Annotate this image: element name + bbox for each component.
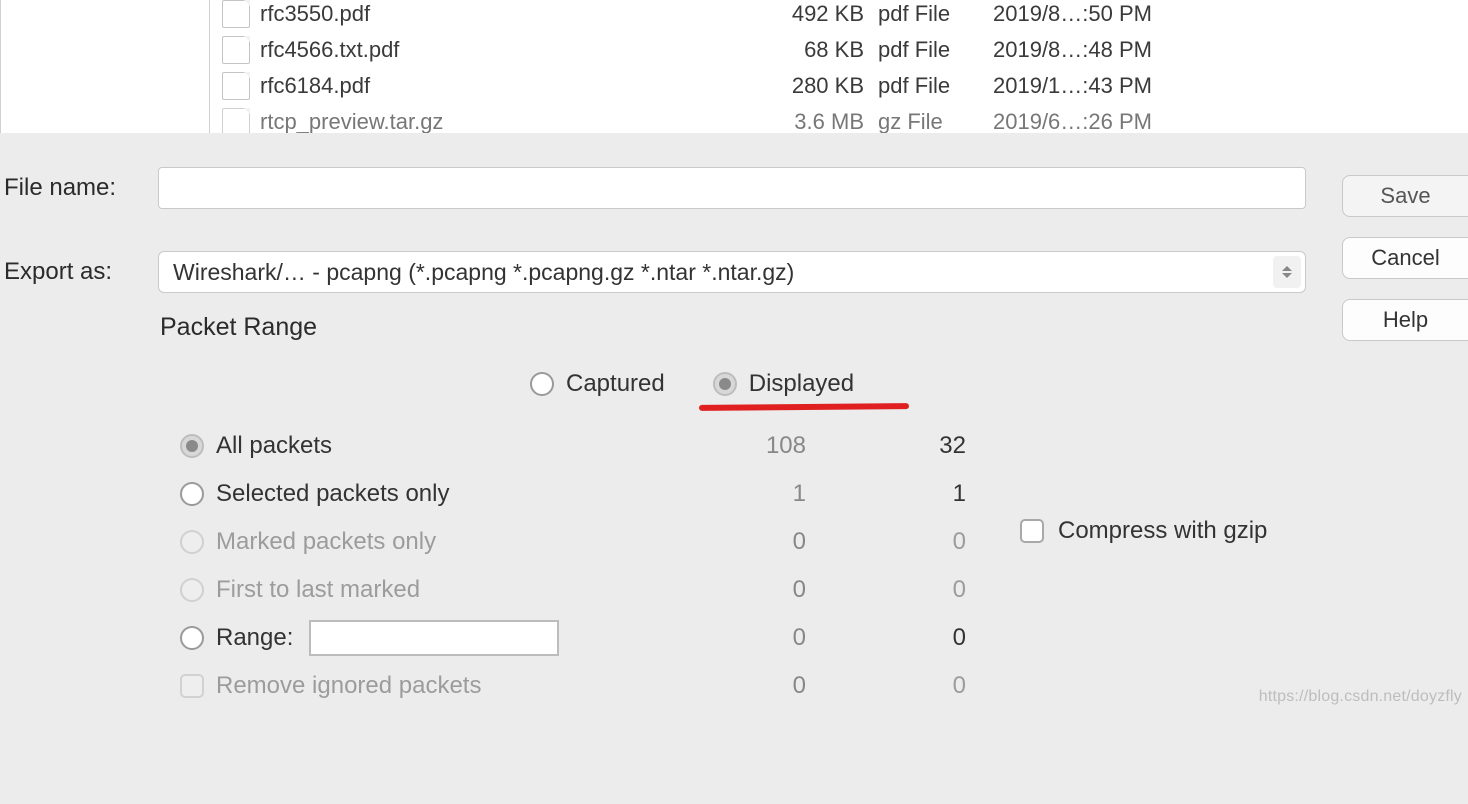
range-radio[interactable] bbox=[180, 626, 204, 650]
captured-label: Captured bbox=[566, 370, 665, 398]
first-to-last-label: First to last marked bbox=[216, 576, 646, 604]
marked-captured-count: 0 bbox=[646, 528, 806, 556]
remove-ignored-label: Remove ignored packets bbox=[216, 672, 646, 700]
range-displayed-count: 0 bbox=[806, 624, 966, 652]
selected-only-radio[interactable] bbox=[180, 482, 204, 506]
file-name-label: File name: bbox=[0, 174, 158, 202]
file-size-cell: 280 KB bbox=[760, 73, 878, 99]
ignored-captured-count: 0 bbox=[646, 672, 806, 700]
file-kind-cell: pdf File bbox=[878, 1, 993, 27]
file-kind-cell: pdf File bbox=[878, 73, 993, 99]
remove-ignored-checkbox bbox=[180, 674, 204, 698]
file-icon bbox=[222, 0, 250, 28]
file-icon bbox=[222, 108, 250, 133]
compress-gzip-label: Compress with gzip bbox=[1058, 517, 1267, 545]
file-row[interactable]: rfc3550.pdf 492 KB pdf File 2019/8…:50 P… bbox=[210, 0, 1468, 32]
compress-gzip-checkbox[interactable] bbox=[1020, 519, 1044, 543]
file-icon bbox=[222, 36, 250, 64]
cancel-button-label: Cancel bbox=[1371, 245, 1439, 271]
export-as-label: Export as: bbox=[0, 258, 158, 286]
file-size-cell: 68 KB bbox=[760, 37, 878, 63]
save-button-label: Save bbox=[1380, 183, 1430, 209]
marked-only-label: Marked packets only bbox=[216, 528, 646, 556]
file-date-cell: 2019/6…:26 PM bbox=[993, 109, 1468, 133]
selected-displayed-count: 1 bbox=[806, 480, 966, 508]
export-as-select[interactable]: Wireshark/… - pcapng (*.pcapng *.pcapng.… bbox=[158, 251, 1306, 293]
export-dialog-body: Save Cancel Help File name: Export as: W… bbox=[0, 133, 1468, 710]
file-row[interactable]: rfc4566.txt.pdf 68 KB pdf File 2019/8…:4… bbox=[210, 32, 1468, 68]
cancel-button[interactable]: Cancel bbox=[1342, 237, 1468, 279]
range-label: Range: bbox=[216, 624, 293, 652]
file-size-cell: 3.6 MB bbox=[760, 109, 878, 133]
first-to-last-radio bbox=[180, 578, 204, 602]
file-size-cell: 492 KB bbox=[760, 1, 878, 27]
file-name-cell: rfc4566.txt.pdf bbox=[260, 37, 760, 63]
all-displayed-count: 32 bbox=[806, 432, 966, 460]
file-browser-pane: rfc3550.pdf 492 KB pdf File 2019/8…:50 P… bbox=[0, 0, 1468, 133]
annotation-underline bbox=[699, 403, 909, 411]
all-captured-count: 108 bbox=[646, 432, 806, 460]
captured-radio[interactable] bbox=[530, 372, 554, 396]
file-name-input[interactable] bbox=[158, 167, 1306, 209]
file-date-cell: 2019/8…:50 PM bbox=[993, 1, 1468, 27]
displayed-radio[interactable] bbox=[713, 372, 737, 396]
help-button-label: Help bbox=[1383, 307, 1428, 333]
selected-captured-count: 1 bbox=[646, 480, 806, 508]
help-button[interactable]: Help bbox=[1342, 299, 1468, 341]
range-input[interactable] bbox=[309, 620, 559, 656]
firstlast-captured-count: 0 bbox=[646, 576, 806, 604]
file-date-cell: 2019/8…:48 PM bbox=[993, 37, 1468, 63]
ignored-displayed-count: 0 bbox=[806, 672, 966, 700]
file-name-cell: rfc3550.pdf bbox=[260, 1, 760, 27]
file-date-cell: 2019/1…:43 PM bbox=[993, 73, 1468, 99]
file-row[interactable]: rfc6184.pdf 280 KB pdf File 2019/1…:43 P… bbox=[210, 68, 1468, 104]
packet-range-title: Packet Range bbox=[160, 313, 1200, 342]
file-name-cell: rtcp_preview.tar.gz bbox=[260, 109, 760, 133]
all-packets-radio[interactable] bbox=[180, 434, 204, 458]
file-kind-cell: pdf File bbox=[878, 37, 993, 63]
watermark-text: https://blog.csdn.net/doyzfly bbox=[1259, 688, 1462, 706]
all-packets-label: All packets bbox=[216, 432, 646, 460]
export-as-value: Wireshark/… - pcapng (*.pcapng *.pcapng.… bbox=[173, 259, 794, 286]
chevron-updown-icon bbox=[1273, 256, 1301, 288]
file-name-cell: rfc6184.pdf bbox=[260, 73, 760, 99]
file-kind-cell: gz File bbox=[878, 109, 993, 133]
marked-displayed-count: 0 bbox=[806, 528, 966, 556]
displayed-label: Displayed bbox=[749, 370, 854, 398]
file-row[interactable]: rtcp_preview.tar.gz 3.6 MB gz File 2019/… bbox=[210, 104, 1468, 133]
marked-only-radio bbox=[180, 530, 204, 554]
range-captured-count: 0 bbox=[646, 624, 806, 652]
selected-only-label: Selected packets only bbox=[216, 480, 646, 508]
firstlast-displayed-count: 0 bbox=[806, 576, 966, 604]
save-button[interactable]: Save bbox=[1342, 175, 1468, 217]
file-icon bbox=[222, 72, 250, 100]
